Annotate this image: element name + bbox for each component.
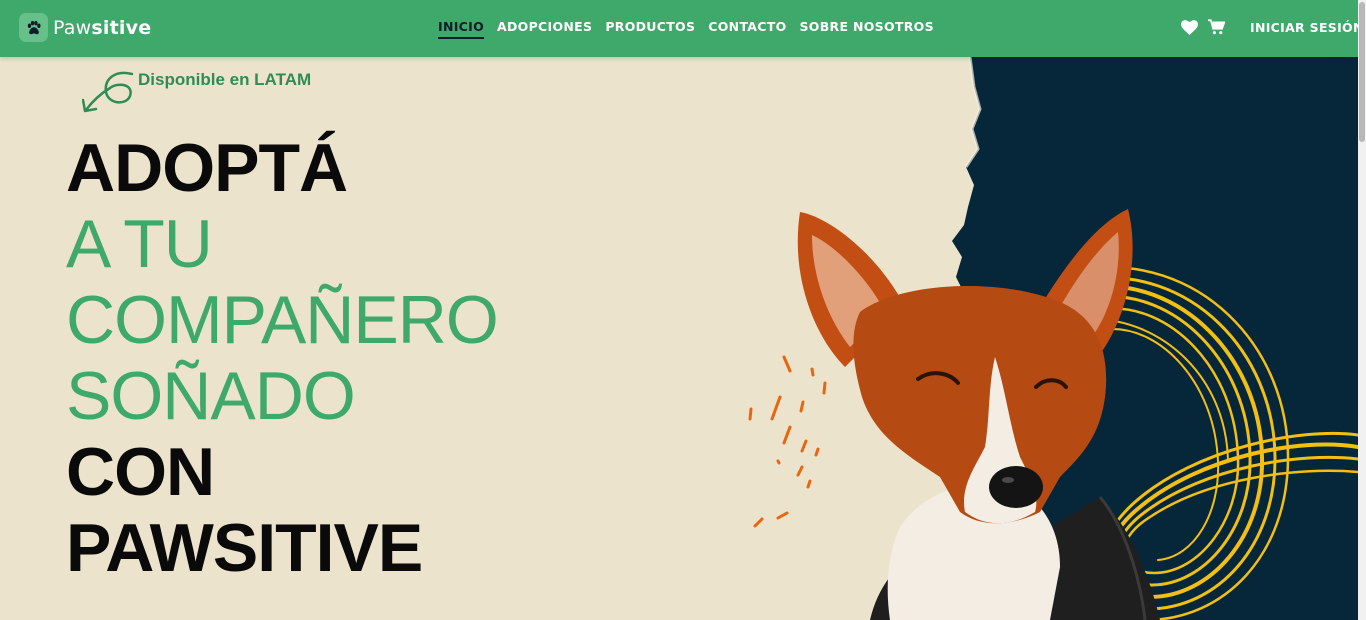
headline-line-5: CON bbox=[66, 434, 215, 510]
orange-dashes bbox=[748, 355, 827, 528]
brand-name-light: Paw bbox=[53, 16, 92, 39]
curved-arrow-icon bbox=[81, 71, 134, 113]
scrollbar-thumb[interactable] bbox=[1359, 2, 1365, 142]
headline-line-4: SOÑADO bbox=[66, 358, 356, 434]
brand-name: Pawsitive bbox=[53, 17, 151, 39]
hero-headline: ADOPTÁ A TU COMPAÑERO SOÑADO CON PAWSITI… bbox=[66, 130, 499, 586]
navbar: Pawsitive INICIO ADOPCIONES PRODUCTOS CO… bbox=[0, 0, 1363, 57]
availability-tag: Disponible en LATAM bbox=[81, 70, 311, 115]
brand-name-bold: sitive bbox=[91, 16, 152, 39]
login-link[interactable]: INICIAR SESIÓN bbox=[1250, 20, 1364, 35]
paw-icon bbox=[19, 13, 48, 42]
nav-links: INICIO ADOPCIONES PRODUCTOS CONTACTO SOB… bbox=[438, 19, 934, 39]
hero-section: Disponible en LATAM ADOPTÁ A TU COMPAÑER… bbox=[0, 57, 1358, 620]
nav-link-inicio[interactable]: INICIO bbox=[438, 19, 485, 39]
cart-icon[interactable] bbox=[1207, 18, 1225, 36]
heart-icon[interactable] bbox=[1180, 18, 1198, 36]
page-scrollbar[interactable] bbox=[1358, 0, 1366, 620]
nav-link-sobre-nosotros[interactable]: SOBRE NOSOTROS bbox=[800, 19, 934, 39]
nav-link-adopciones[interactable]: ADOPCIONES bbox=[497, 19, 592, 39]
headline-line-3: COMPAÑERO bbox=[66, 282, 499, 358]
headline-line-6: PAWSITIVE bbox=[66, 510, 423, 586]
nav-link-productos[interactable]: PRODUCTOS bbox=[605, 19, 695, 39]
brand-logo[interactable]: Pawsitive bbox=[19, 13, 151, 42]
availability-text: Disponible en LATAM bbox=[138, 70, 312, 89]
nav-link-contacto[interactable]: CONTACTO bbox=[708, 19, 786, 39]
nav-actions: INICIAR SESIÓN bbox=[1180, 18, 1364, 36]
headline-line-1: ADOPTÁ bbox=[66, 130, 348, 206]
headline-line-2: A TU bbox=[66, 206, 213, 282]
